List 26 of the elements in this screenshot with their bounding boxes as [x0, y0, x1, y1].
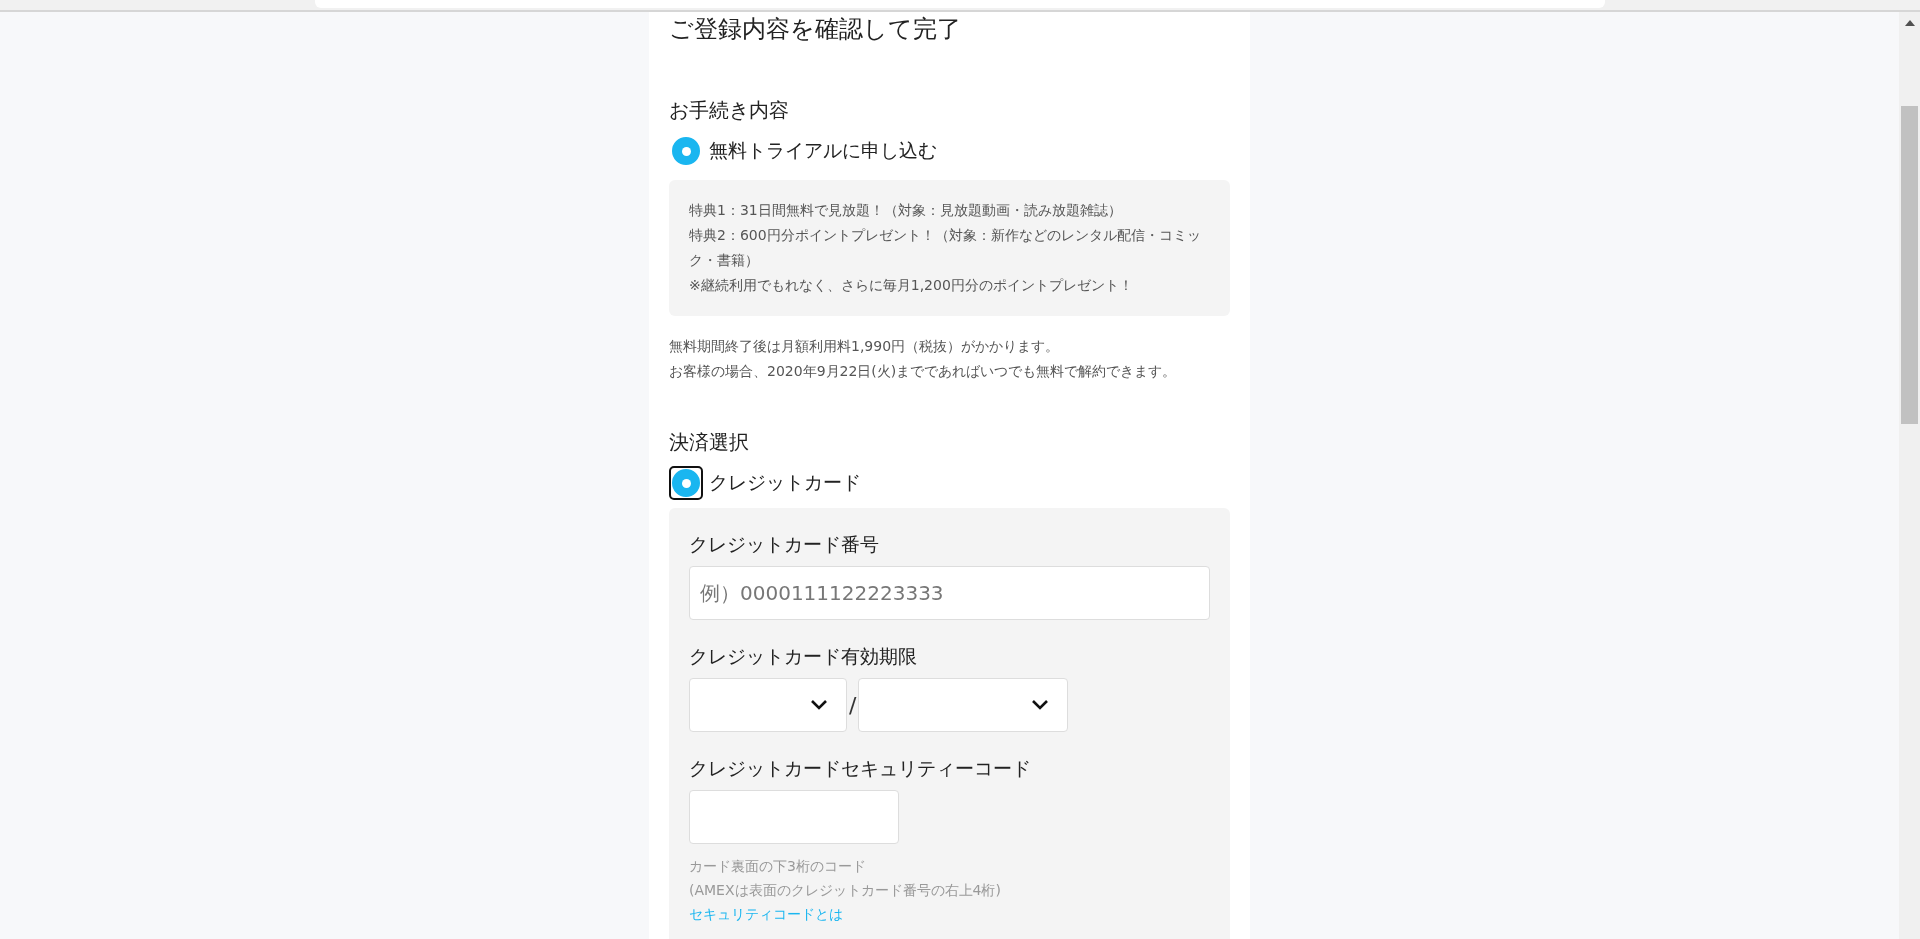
radio-label[interactable]: クレジットカード	[709, 470, 861, 496]
benefit-text: 特典1：31日間無料で見放題！（対象：見放題動画・読み放題雑誌）	[689, 201, 1123, 220]
chevron-down-icon	[1031, 699, 1050, 711]
chevron-down-icon	[810, 699, 828, 711]
scrollbar[interactable]	[1899, 12, 1920, 939]
benefit-text: ※継続利用でもれなく、さらに毎月1,200円分のポイントプレゼント！	[689, 276, 1134, 295]
card-number-field[interactable]: 例）0000111122223333	[689, 566, 1210, 620]
scrollbar-thumb[interactable]	[1901, 106, 1918, 424]
section-heading: 決済選択	[669, 429, 750, 456]
field-label: クレジットカード有効期限	[689, 644, 918, 669]
security-code-field[interactable]	[689, 790, 899, 844]
month-dropdown[interactable]	[689, 678, 847, 732]
benefit-text: 特典2：600円分ポイントプレゼント！（対象：新作などのレンタル配信・コミック・書籍）	[689, 226, 1202, 270]
date-separator: /	[849, 692, 857, 718]
field-label: クレジットカード番号	[689, 532, 880, 557]
note-text: お客様の場合、2020年9月22日(火)までであればいつでも無料で解約できます。	[669, 362, 1178, 381]
radio-button[interactable]	[672, 137, 700, 165]
radio-label[interactable]: 無料トライアルに申し込む	[709, 138, 937, 164]
field-label: クレジットカードセキュリティーコード	[689, 756, 1032, 781]
hint-text: カード裏面の下3桁のコード	[689, 857, 867, 876]
page-title: ご登録内容を確認して完了	[669, 14, 962, 44]
section-heading: お手続き内容	[669, 97, 790, 124]
hint-text: (AMEXは表面のクレジットカード番号の右上4桁)	[689, 881, 1002, 900]
year-dropdown[interactable]	[858, 678, 1069, 732]
note-text: 無料期間終了後は月額利用料1,990円（税抜）がかかります。	[669, 337, 1061, 356]
scroll-up-icon[interactable]	[1904, 20, 1915, 26]
